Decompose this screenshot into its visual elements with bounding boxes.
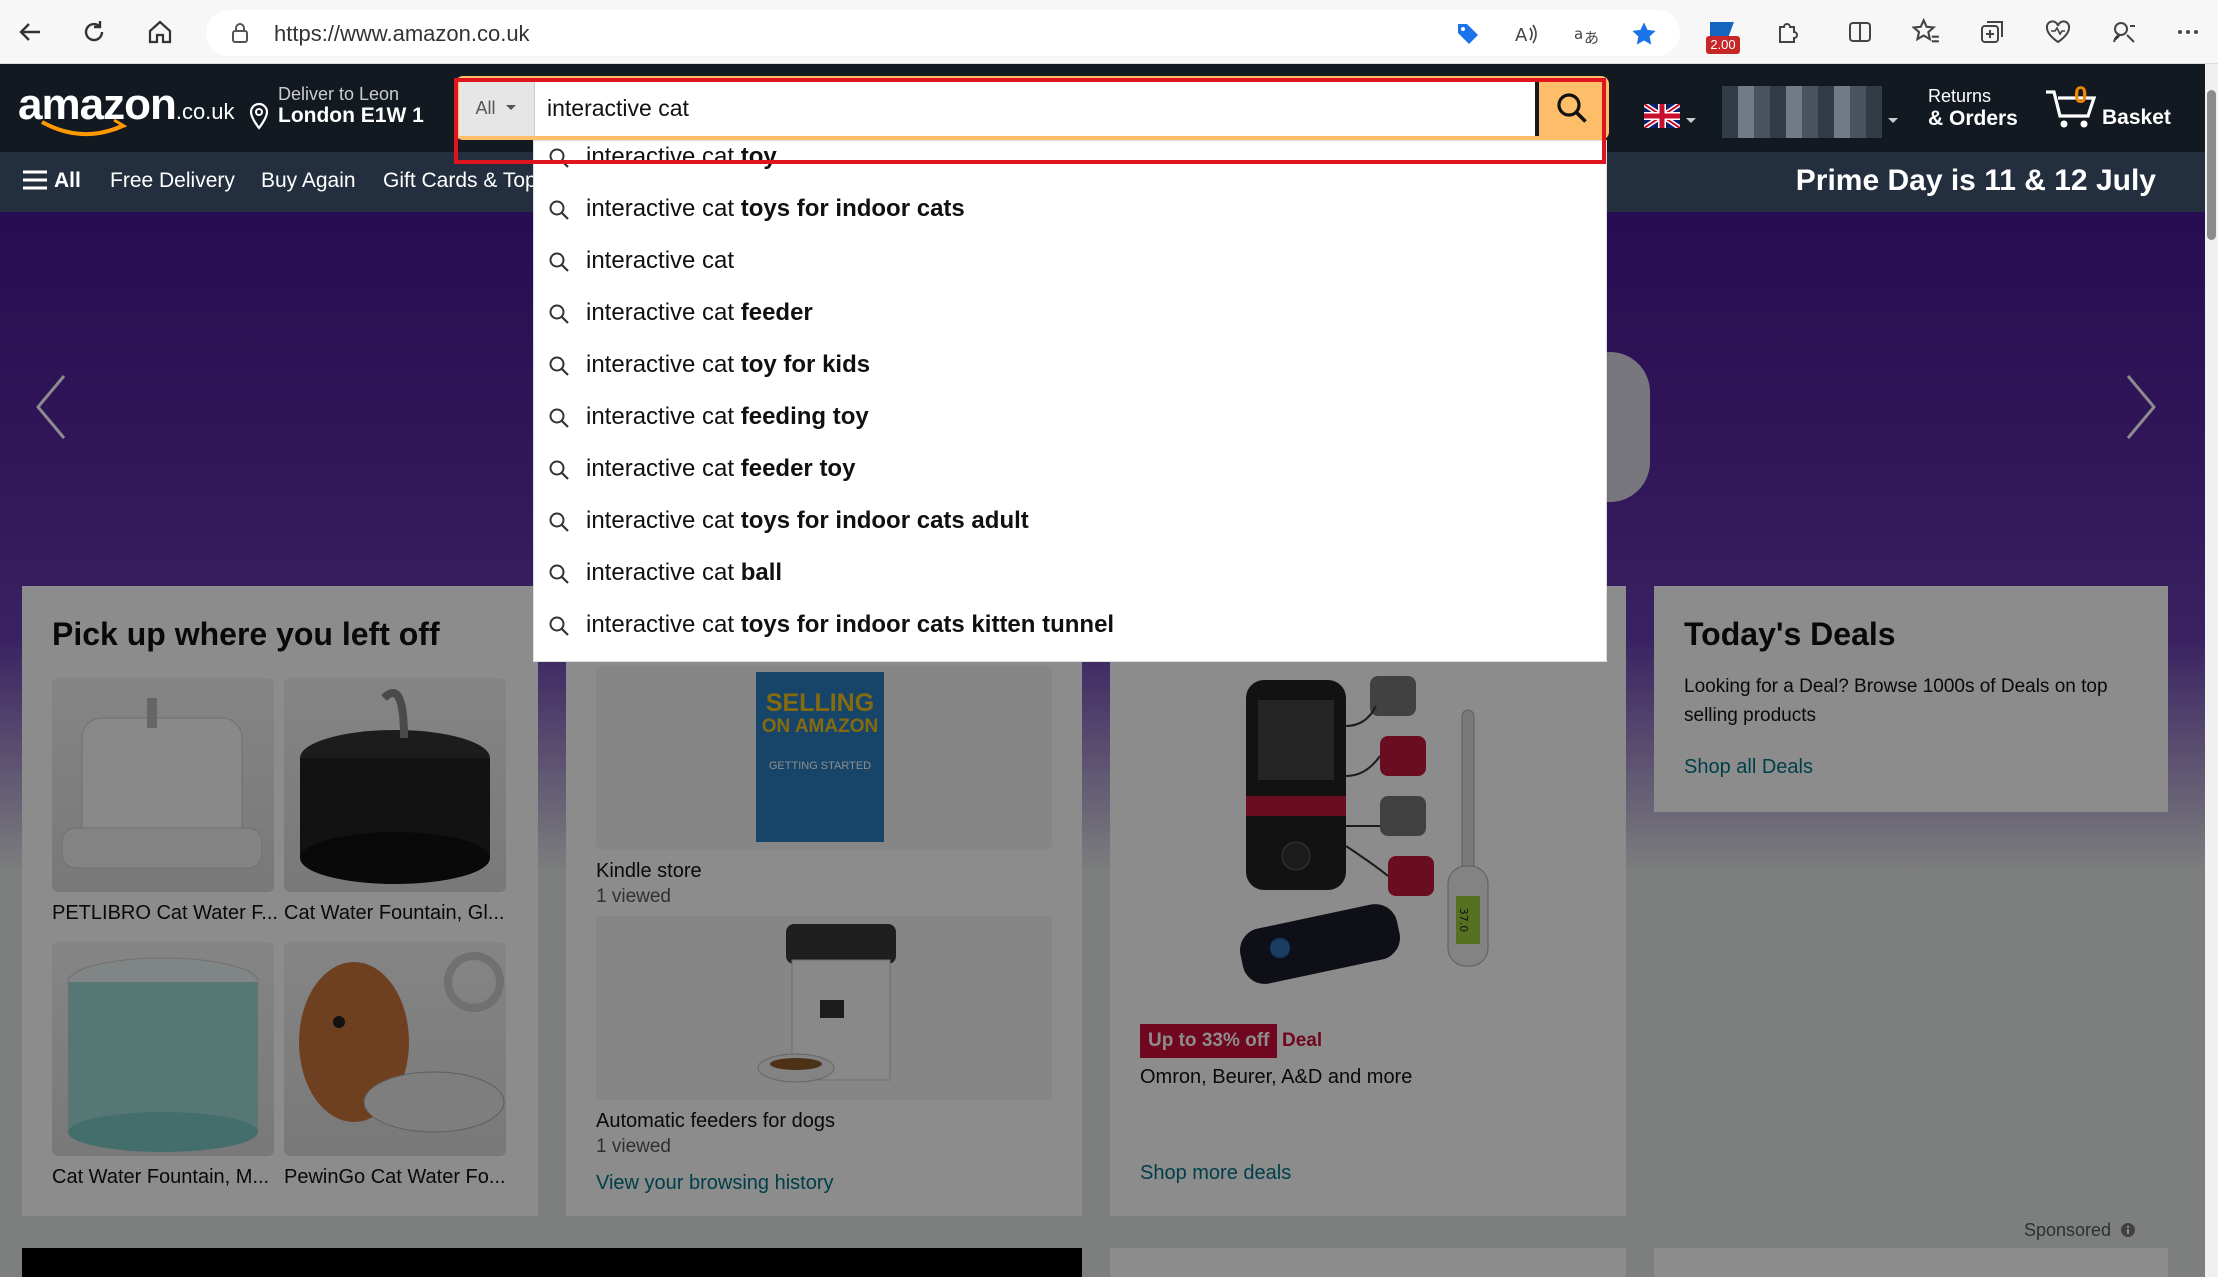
search-bar: All — [455, 76, 1609, 140]
amazon-smile-icon — [41, 118, 128, 136]
suggestion-completion: toy — [740, 143, 777, 170]
suggestion-prefix: interactive cat — [586, 611, 741, 638]
suggestion-prefix: interactive cat — [586, 351, 741, 378]
puzzle-extensions-icon[interactable] — [1770, 14, 1806, 50]
suggestion-item[interactable]: interactive cat feeding toy — [534, 391, 1606, 443]
search-icon — [549, 564, 569, 584]
search-category-select[interactable]: All — [459, 80, 535, 136]
nav-all[interactable]: All — [22, 169, 81, 193]
nav-all-label: All — [54, 169, 81, 192]
suggestion-completion: toys for indoor cats kitten tunnel — [740, 611, 1115, 638]
svg-text:A: A — [1515, 25, 1528, 46]
page-scrollbar[interactable] — [2205, 64, 2218, 1277]
suggestion-item[interactable]: interactive cat toy — [534, 141, 1606, 183]
collections-icon[interactable] — [1974, 14, 2010, 50]
deliver-line1: Deliver to Leon — [278, 84, 400, 104]
suggestion-item[interactable]: interactive cat ball — [534, 547, 1606, 599]
suggestion-prefix: interactive cat — [586, 299, 741, 326]
search-icon — [549, 148, 569, 168]
search-icon — [549, 460, 569, 480]
basket-count: 0 — [2074, 82, 2088, 109]
suggestion-completion: toy for kids — [740, 351, 871, 378]
suggestion-item[interactable]: interactive cat feeder — [534, 287, 1606, 339]
favorite-star-icon[interactable] — [1630, 20, 1658, 48]
suggestion-completion: feeder — [740, 299, 813, 326]
svg-text:a: a — [1574, 25, 1583, 43]
account-name-blurred[interactable] — [1722, 86, 1882, 138]
prime-day-banner[interactable]: Prime Day is 11 & 12 July — [1796, 164, 2156, 198]
returns-line2: & Orders — [1928, 107, 2018, 130]
returns-line1: Returns — [1928, 86, 1992, 106]
account-chevron-icon[interactable] — [1886, 116, 1900, 126]
favorites-icon[interactable] — [1908, 14, 1944, 50]
basket[interactable]: 0 Basket — [2044, 82, 2171, 135]
suggestion-completion: toys for indoor cats adult — [740, 507, 1029, 534]
language-chevron-icon[interactable] — [1684, 116, 1698, 126]
suggestion-completion: toys for indoor cats — [740, 195, 965, 222]
refresh-icon[interactable] — [74, 12, 114, 52]
suggestion-prefix: interactive cat — [586, 455, 741, 482]
suggestion-item[interactable]: interactive cat toys for indoor cats kit… — [534, 599, 1606, 651]
lock-icon[interactable] — [230, 22, 250, 49]
suggestion-prefix: interactive cat — [586, 247, 735, 274]
amazon-header: amazon.co.uk Deliver to Leon London E1W … — [0, 64, 2218, 152]
search-icon — [1557, 93, 1587, 123]
translate-icon[interactable]: aあ — [1572, 20, 1600, 48]
suggestion-item[interactable]: interactive cat toys for indoor cats adu… — [534, 495, 1606, 547]
search-button[interactable] — [1539, 80, 1605, 136]
copilot-icon[interactable] — [2106, 14, 2142, 50]
address-bar[interactable]: https://www.amazon.co.uk A aあ — [206, 10, 1680, 56]
suggestion-completion: feeding toy — [740, 403, 869, 430]
suggestion-completion: feeder toy — [740, 455, 856, 482]
suggestion-prefix: interactive cat — [586, 195, 741, 222]
scrollbar-thumb[interactable] — [2207, 90, 2216, 240]
search-icon — [549, 512, 569, 532]
browser-essentials-icon[interactable] — [2040, 14, 2076, 50]
nav-item-gift-cards[interactable]: Gift Cards & Top — [383, 169, 537, 193]
back-icon[interactable] — [10, 12, 50, 52]
suggestion-item[interactable]: interactive cat toys for indoor cats — [534, 183, 1606, 235]
deliver-line2: London E1W 1 — [278, 104, 424, 127]
search-category-label: All — [475, 97, 496, 118]
search-icon — [549, 304, 569, 324]
hamburger-icon — [23, 170, 47, 190]
search-icon — [549, 616, 569, 636]
nav-item-free-delivery[interactable]: Free Delivery — [110, 169, 235, 193]
svg-text:あ: あ — [1584, 29, 1599, 47]
suggestion-item[interactable]: interactive cat feeder toy — [534, 443, 1606, 495]
cart-icon — [2046, 90, 2097, 128]
returns-orders[interactable]: Returns & Orders — [1928, 86, 2018, 131]
chevron-down-icon — [505, 105, 516, 110]
suggestion-prefix: interactive cat — [586, 403, 741, 430]
search-input[interactable] — [535, 80, 1535, 136]
browser-toolbar: https://www.amazon.co.uk A aあ 2.00 — [0, 0, 2218, 64]
search-icon — [549, 408, 569, 428]
extension-badge: 2.00 — [1706, 36, 1740, 54]
more-menu-icon[interactable] — [2170, 14, 2206, 50]
search-suggestions-dropdown: interactive cat toy interactive cat toys… — [533, 140, 1607, 662]
price-tag-icon[interactable] — [1454, 20, 1482, 48]
basket-label: Basket — [2102, 106, 2171, 129]
home-icon[interactable] — [140, 12, 180, 52]
url-text[interactable]: https://www.amazon.co.uk — [274, 21, 530, 47]
suggestion-prefix: interactive cat — [586, 143, 741, 170]
split-screen-icon[interactable] — [1842, 14, 1878, 50]
search-icon — [549, 200, 569, 220]
uk-flag-icon[interactable] — [1644, 104, 1680, 128]
search-icon — [549, 252, 569, 272]
nav-item-buy-again[interactable]: Buy Again — [261, 169, 356, 193]
suggestion-item[interactable]: interactive cat — [534, 235, 1606, 287]
logo-tld: .co.uk — [175, 99, 235, 124]
suggestion-prefix: interactive cat — [586, 559, 741, 586]
suggestion-item[interactable]: interactive cat toy for kids — [534, 339, 1606, 391]
location-pin-icon — [249, 102, 269, 130]
search-icon — [549, 356, 569, 376]
suggestion-completion: ball — [740, 559, 783, 586]
suggestion-prefix: interactive cat — [586, 507, 741, 534]
read-aloud-icon[interactable]: A — [1512, 20, 1540, 48]
